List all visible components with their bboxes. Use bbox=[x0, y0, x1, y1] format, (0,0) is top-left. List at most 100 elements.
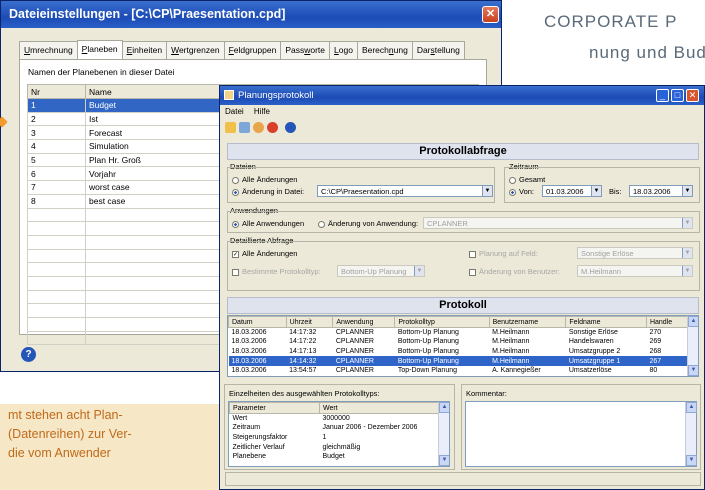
table-cell[interactable]: Bottom-Up Planung bbox=[395, 347, 489, 357]
cell-nr[interactable] bbox=[27, 317, 86, 332]
table-cell[interactable]: A. Kannegießer bbox=[489, 366, 566, 376]
cell-nr[interactable] bbox=[27, 248, 86, 264]
table-row[interactable]: Zeitraum Januar 2006 - Dezember 2006 bbox=[230, 423, 439, 433]
cell-nr[interactable]: 8 bbox=[27, 193, 86, 209]
cell-nr[interactable] bbox=[27, 262, 86, 277]
cell-nr[interactable]: 1 bbox=[27, 98, 86, 113]
table-cell[interactable]: 270 bbox=[646, 328, 687, 338]
table-cell[interactable]: CPLANNER bbox=[333, 337, 395, 347]
cell-nr[interactable] bbox=[27, 289, 86, 305]
certain-types-checkbox[interactable]: Bestimmte Protokolltyp: bbox=[232, 267, 321, 276]
table-row[interactable]: Zeitlicher Verlauf gleichmäßig bbox=[230, 442, 439, 452]
protocol-type-dropdown[interactable]: Bottom-Up Planung ▼ bbox=[337, 265, 425, 277]
scroll-down-icon[interactable]: ▼ bbox=[686, 455, 697, 466]
tab-feldgruppen[interactable]: Feldgruppen bbox=[223, 41, 282, 59]
scroll-up-icon[interactable]: ▲ bbox=[686, 402, 697, 413]
comment-scrollbar[interactable]: ▲ ▼ bbox=[685, 402, 697, 466]
cell-nr[interactable]: 2 bbox=[27, 111, 86, 127]
table-cell[interactable]: CPLANNER bbox=[333, 347, 395, 357]
scroll-down-icon[interactable]: ▼ bbox=[688, 365, 698, 376]
table-cell[interactable]: Planebene bbox=[230, 452, 320, 462]
table-cell[interactable]: CPLANNER bbox=[333, 328, 395, 338]
table-cell[interactable]: M.Heilmann bbox=[489, 347, 566, 357]
table-cell[interactable]: Top-Down Planung bbox=[395, 366, 489, 376]
change-by-app-radio[interactable]: Änderung von Anwendung: bbox=[318, 219, 418, 228]
close-icon[interactable]: ✕ bbox=[686, 89, 699, 102]
protocol-list[interactable]: Datum Uhrzeit Anwendung Protokolltyp Benutze… bbox=[227, 315, 699, 377]
table-cell[interactable]: Steigerungsfaktor bbox=[230, 433, 320, 443]
chevron-down-icon[interactable]: ▼ bbox=[682, 218, 692, 228]
column-header-nr[interactable]: Nr bbox=[27, 84, 86, 99]
from-date-field[interactable]: 01.03.2006 ▼ bbox=[542, 185, 602, 197]
all-applications-radio[interactable]: Alle Anwendungen bbox=[232, 219, 304, 228]
table-row[interactable]: Planebene Budget bbox=[230, 452, 439, 462]
table-cell[interactable]: 14:14:32 bbox=[286, 356, 333, 366]
details-scrollbar[interactable]: ▲ ▼ bbox=[438, 402, 449, 466]
table-cell[interactable]: 14:17:13 bbox=[286, 347, 333, 357]
table-cell[interactable]: 14:17:32 bbox=[286, 328, 333, 338]
menu-datei[interactable]: Datei bbox=[225, 107, 244, 116]
table-cell[interactable]: Umsatzerlöse bbox=[566, 366, 647, 376]
table-cell[interactable]: Bottom-Up Planung bbox=[395, 337, 489, 347]
chevron-down-icon[interactable]: ▼ bbox=[482, 186, 492, 196]
stop-icon[interactable] bbox=[267, 122, 278, 133]
scroll-up-icon[interactable]: ▲ bbox=[688, 316, 698, 327]
total-radio[interactable]: Gesamt bbox=[509, 175, 545, 184]
table-cell[interactable]: Zeitlicher Verlauf bbox=[230, 442, 320, 452]
table-row[interactable]: 18.03.2006 14:17:22 CPLANNER Bottom-Up Plan… bbox=[229, 337, 688, 347]
application-dropdown[interactable]: CPLANNER ▼ bbox=[423, 217, 693, 229]
minimize-icon[interactable]: _ bbox=[656, 89, 669, 102]
tab-umrechnung[interactable]: Umrechnung bbox=[19, 41, 78, 59]
tab-einheiten[interactable]: Einheiten bbox=[121, 41, 168, 59]
tab-logo[interactable]: Logo bbox=[329, 41, 358, 59]
cell-nr[interactable] bbox=[27, 207, 86, 223]
help-icon[interactable] bbox=[285, 122, 296, 133]
table-cell[interactable]: 18.03.2006 bbox=[229, 347, 287, 357]
table-cell[interactable]: 13:54:57 bbox=[286, 366, 333, 376]
table-cell[interactable]: Januar 2006 - Dezember 2006 bbox=[320, 423, 439, 433]
planning-field-checkbox[interactable]: Planung auf Feld: bbox=[469, 249, 538, 258]
planning-log-titlebar[interactable]: Planungsprotokoll _ □ ✕ bbox=[220, 86, 704, 105]
refresh-icon[interactable] bbox=[253, 122, 264, 133]
table-cell[interactable]: 1 bbox=[320, 433, 439, 443]
table-row[interactable]: Steigerungsfaktor 1 bbox=[230, 433, 439, 443]
table-row[interactable]: 18.03.2006 13:54:57 CPLANNER Top-Down Planu… bbox=[229, 366, 688, 376]
table-cell[interactable]: M.Heilmann bbox=[489, 337, 566, 347]
table-cell[interactable]: M.Heilmann bbox=[489, 356, 566, 366]
cell-nr[interactable]: 4 bbox=[27, 139, 86, 154]
menu-hilfe[interactable]: Hilfe bbox=[254, 107, 270, 116]
protocol-scrollbar[interactable]: ▲ ▼ bbox=[687, 316, 698, 376]
table-cell[interactable]: 267 bbox=[646, 356, 688, 366]
column-header[interactable]: Anwendung bbox=[332, 316, 396, 328]
table-cell[interactable]: Bottom-Up Planung bbox=[394, 356, 490, 366]
cell-nr[interactable]: 5 bbox=[27, 152, 86, 168]
table-cell[interactable]: 18.03.2006 bbox=[229, 366, 287, 376]
file-settings-titlebar[interactable]: Dateieinstellungen - [C:\CP\Praesentatio… bbox=[1, 1, 501, 28]
file-dropdown[interactable]: C:\CP\Praesentation.cpd ▼ bbox=[317, 185, 493, 197]
table-cell[interactable]: 268 bbox=[646, 347, 687, 357]
cell-nr[interactable] bbox=[27, 221, 86, 236]
cell-nr[interactable] bbox=[27, 303, 86, 318]
scroll-up-icon[interactable]: ▲ bbox=[439, 402, 449, 413]
table-cell[interactable]: CPLANNER bbox=[332, 356, 395, 366]
cell-nr[interactable]: 6 bbox=[27, 166, 86, 182]
chevron-down-icon[interactable]: ▼ bbox=[682, 248, 692, 258]
all-changes-radio[interactable]: Alle Änderungen bbox=[232, 175, 297, 184]
user-dropdown[interactable]: M.Heilmann ▼ bbox=[577, 265, 693, 277]
table-cell[interactable]: 18.03.2006 bbox=[228, 356, 287, 366]
column-header[interactable]: Feldname bbox=[565, 316, 647, 328]
table-row[interactable]: 18.03.2006 14:17:32 CPLANNER Bottom-Up Plan… bbox=[229, 328, 688, 338]
table-cell[interactable]: Bottom-Up Planung bbox=[395, 328, 489, 338]
table-cell[interactable]: Budget bbox=[320, 452, 439, 462]
tab-darstellung[interactable]: Darstellung bbox=[411, 41, 465, 59]
column-header-wert[interactable]: Wert bbox=[319, 402, 439, 414]
help-icon[interactable]: ? bbox=[21, 347, 36, 362]
table-cell[interactable]: CPLANNER bbox=[333, 366, 395, 376]
table-cell[interactable]: Wert bbox=[230, 414, 320, 424]
table-cell[interactable]: Zeitraum bbox=[230, 423, 320, 433]
cell-nr[interactable]: 3 bbox=[27, 125, 86, 141]
change-by-user-checkbox[interactable]: Änderung von Benutzer: bbox=[469, 267, 560, 276]
to-date-field[interactable]: 18.03.2006 ▼ bbox=[629, 185, 693, 197]
comment-textarea[interactable]: ▲ ▼ bbox=[465, 401, 697, 467]
table-row[interactable]: 18.03.2006 14:14:32 CPLANNER Bottom-Up Plan… bbox=[228, 356, 688, 366]
